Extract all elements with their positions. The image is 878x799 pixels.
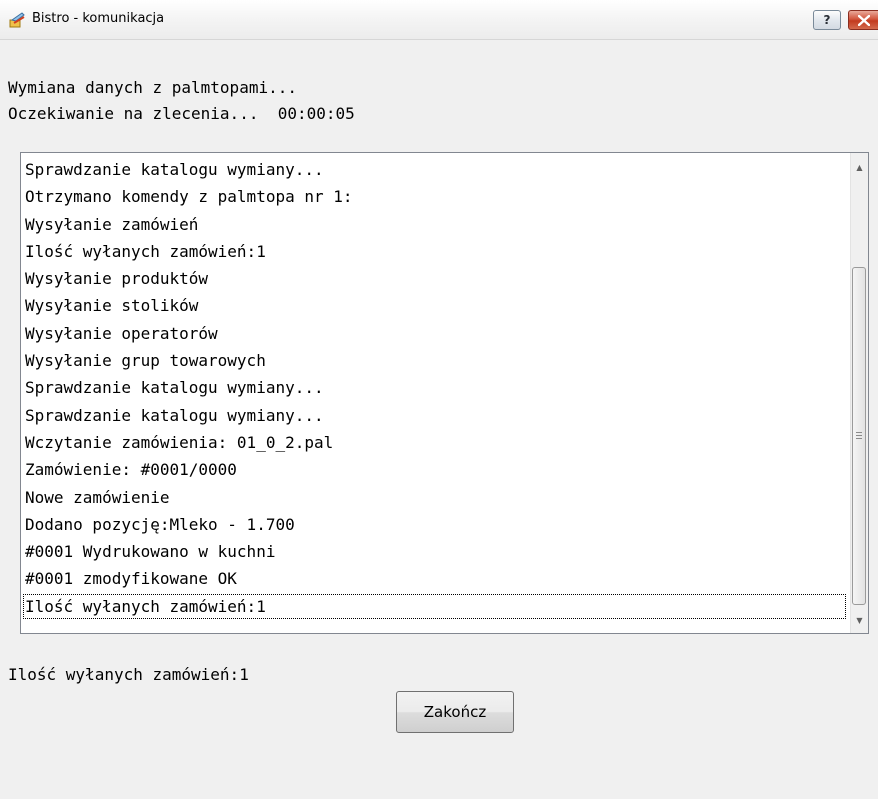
bistro-communication-window: Bistro - komunikacja ? Wymiana danych z … xyxy=(0,0,878,799)
log-item[interactable]: Wczytanie zamówienia: 01_0_2.pal xyxy=(22,429,847,456)
log-item[interactable]: Ilość wyłanych zamówień:1 xyxy=(22,238,847,265)
log-item[interactable]: Wysyłanie zamówień xyxy=(22,211,847,238)
app-icon xyxy=(8,11,26,29)
window-title: Bistro - komunikacja xyxy=(32,11,165,26)
log-item[interactable]: Dodano pozycję:Mleko - 1.700 xyxy=(22,511,847,538)
scroll-up-arrow-icon[interactable]: ▲ xyxy=(851,159,868,176)
log-item[interactable]: Sprawdzanie katalogu wymiany... xyxy=(22,374,847,401)
scroll-down-arrow-icon[interactable]: ▼ xyxy=(851,612,868,629)
waiting-status-text: Oczekiwanie na zlecenia... 00:00:05 xyxy=(8,104,355,123)
grip-icon xyxy=(856,432,862,439)
exchange-status-text: Wymiana danych z palmtopami... xyxy=(8,78,297,97)
log-item[interactable]: Nowe zamówienie xyxy=(22,484,847,511)
log-item[interactable]: Wysyłanie produktów xyxy=(22,265,847,292)
vertical-scrollbar[interactable]: ▲ ▼ xyxy=(850,153,868,633)
log-item[interactable]: Sprawdzanie katalogu wymiany... xyxy=(22,156,847,183)
log-item[interactable]: Ilość wyłanych zamówień:1 xyxy=(22,593,847,620)
help-button[interactable]: ? xyxy=(813,10,841,30)
log-item[interactable]: #0001 zmodyfikowane OK xyxy=(22,565,847,592)
log-item[interactable]: Wysyłanie grup towarowych xyxy=(22,347,847,374)
title-bar[interactable]: Bistro - komunikacja ? xyxy=(0,0,878,40)
log-item[interactable]: Sprawdzanie katalogu wymiany... xyxy=(22,402,847,429)
close-icon xyxy=(858,15,870,26)
finish-button[interactable]: Zakończ xyxy=(396,691,514,733)
log-item[interactable]: Wysyłanie operatorów xyxy=(22,320,847,347)
log-item[interactable]: Zamówienie: #0001/0000 xyxy=(22,456,847,483)
scrollbar-thumb[interactable] xyxy=(852,267,866,605)
log-listbox[interactable]: Sprawdzanie katalogu wymiany... Otrzymano… xyxy=(20,152,869,634)
log-rows: Sprawdzanie katalogu wymiany... Otrzymano… xyxy=(22,156,847,620)
log-item[interactable]: #0001 Wydrukowano w kuchni xyxy=(22,538,847,565)
sent-orders-status: Ilość wyłanych zamówień:1 xyxy=(8,665,249,684)
log-item[interactable]: Wysyłanie stolików xyxy=(22,292,847,319)
close-button[interactable] xyxy=(848,10,878,30)
log-item[interactable]: Otrzymano komendy z palmtopa nr 1: xyxy=(22,183,847,210)
